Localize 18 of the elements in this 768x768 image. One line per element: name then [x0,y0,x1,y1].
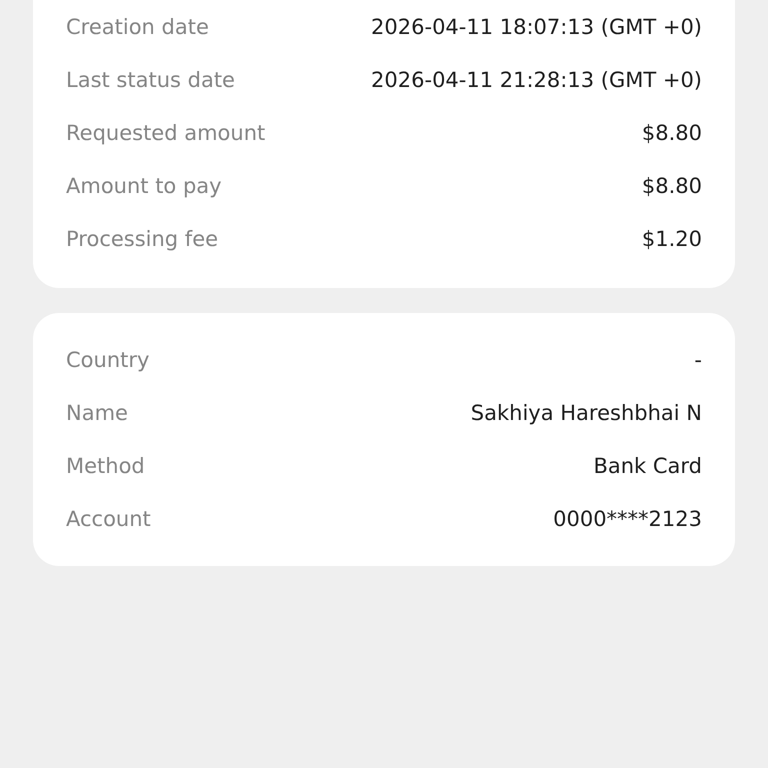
field-label: Country [66,348,150,372]
field-value: $1.20 [642,226,702,250]
field-value: $8.80 [642,174,702,198]
field-value: 2026-04-11 21:28:13 (GMT +0) [371,68,702,92]
field-label: Processing fee [66,226,218,250]
field-value: Sakhiya Hareshbhai N [470,400,702,424]
field-label: Last status date [66,68,235,92]
field-label: Creation date [66,14,209,38]
field-value: 0000****2123 [553,506,702,530]
field-label: Amount to pay [66,174,222,198]
field-value: $8.80 [642,120,702,144]
field-value: 2026-04-11 18:07:13 (GMT +0) [371,14,702,38]
field-value: - [694,348,702,372]
field-label: Requested amount [66,120,266,144]
field-value: Bank Card [593,454,702,478]
field-label: Name [66,400,128,424]
field-label: Account [66,506,151,530]
field-label: Method [66,454,145,478]
